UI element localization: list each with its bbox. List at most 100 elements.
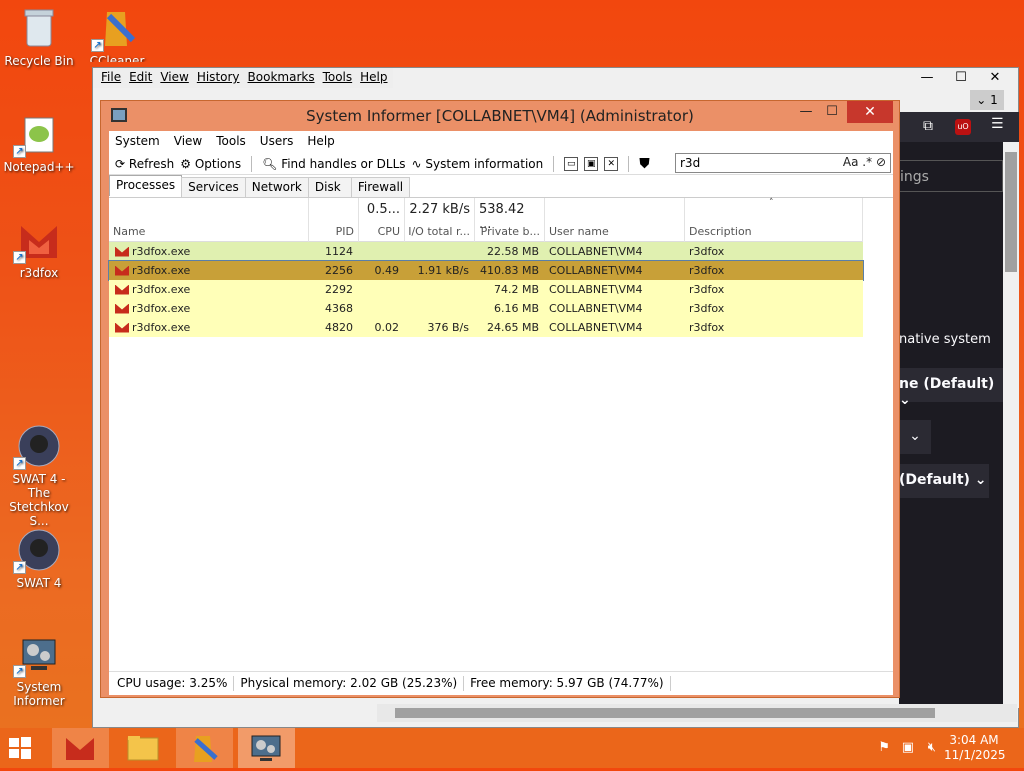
process-row[interactable]: r3dfox.exe 4820 0.02 376 B/s 24.65 MB COLLABN… (109, 318, 863, 337)
menu-help[interactable]: Help (307, 134, 334, 150)
dropdown-fragment-1[interactable]: ne (Default) ⌄ (899, 368, 1003, 408)
desktop-icon-r3dfox[interactable]: ↗ r3dfox (0, 218, 78, 280)
shortcut-arrow-icon: ↗ (13, 665, 26, 678)
menu-bookmarks[interactable]: Bookmarks (248, 70, 315, 86)
process-name-cell: r3dfox.exe (115, 264, 190, 277)
network-icon[interactable]: ▣ (902, 740, 914, 755)
col-cpu[interactable]: 0.5... CPU (359, 198, 405, 242)
col-name[interactable]: Name (109, 198, 309, 242)
menu-tools[interactable]: Tools (323, 70, 353, 86)
find-window-icon[interactable]: ▣ (584, 156, 599, 171)
clear-search-icon[interactable]: ⊘ (876, 155, 886, 169)
col-pid[interactable]: PID (309, 198, 359, 242)
extensions-icon[interactable]: ⧉ (923, 118, 933, 134)
ccleaner-icon (194, 736, 218, 762)
col-user-name[interactable]: User name (545, 198, 685, 242)
scrollbar-thumb[interactable] (1005, 152, 1017, 272)
window-titlebar[interactable]: System Informer [COLLABNET\VM4] (Adminis… (101, 101, 899, 131)
cell-pid: 4820 (325, 321, 353, 334)
start-button[interactable] (8, 736, 32, 760)
vertical-scrollbar[interactable] (1003, 142, 1019, 708)
shortcut-arrow-icon: ↗ (13, 145, 26, 158)
desktop-icon-ccleaner[interactable]: ↗ CCleaner (78, 6, 156, 62)
menu-view[interactable]: View (174, 134, 202, 150)
toolbar-separator (251, 155, 253, 172)
system-informer-window[interactable]: System Informer [COLLABNET\VM4] (Adminis… (100, 100, 900, 698)
search-icon: 🔍︎ (262, 156, 278, 171)
menu-view[interactable]: View (160, 70, 188, 86)
tab-network[interactable]: Network (244, 177, 309, 197)
desktop-icon-label: Recycle Bin (4, 54, 74, 68)
menu-users[interactable]: Users (260, 134, 294, 150)
search-options[interactable]: Aa .* ⊘ (843, 155, 886, 169)
system-informer-icon: ↗ (13, 632, 61, 678)
close-button[interactable]: ✕ (847, 101, 893, 123)
tab-firewall[interactable]: Firewall (350, 177, 411, 197)
process-row[interactable]: r3dfox.exe 2256 0.49 1.91 kB/s 410.83 MB COLL… (108, 260, 864, 281)
cell-priv: 22.58 MB (486, 245, 539, 258)
desktop-icon-swat4-stetchkov[interactable]: ↗ SWAT 4 - The Stetchkov S... (0, 424, 78, 528)
taskbar-system-informer[interactable] (238, 728, 295, 768)
process-search-input[interactable]: r3d Aa .* ⊘ (675, 153, 891, 173)
process-name-cell: r3dfox.exe (115, 302, 190, 315)
swat4-icon: ↗ (13, 424, 61, 470)
menu-system[interactable]: System (115, 134, 160, 150)
menu-help[interactable]: Help (360, 70, 387, 86)
minimize-icon[interactable]: — (910, 68, 944, 88)
dropdown-fragment-3[interactable]: (Default) ⌄ (899, 464, 989, 498)
settings-page-dark: ings native system ne (Default) ⌄ ⌄ (Def… (899, 142, 1019, 708)
taskbar-r3dfox[interactable] (52, 728, 109, 768)
flag-icon[interactable]: ⚑ (878, 740, 890, 755)
desktop-icon-recycle-bin[interactable]: Recycle Bin (0, 6, 78, 68)
desktop-icon-notepadpp[interactable]: ↗ Notepad++ (0, 112, 78, 174)
ublock-icon[interactable]: uO (955, 119, 971, 135)
horizontal-scrollbar[interactable] (377, 704, 1017, 722)
close-window-icon[interactable]: ✕ (604, 156, 619, 171)
window-icon[interactable]: ▭ (564, 156, 579, 171)
desktop-icon-swat4[interactable]: ↗ SWAT 4 (0, 528, 78, 590)
system-information-button[interactable]: ∿ System information (412, 157, 544, 171)
desktop-icon-label: System Informer (13, 680, 65, 708)
menu-file[interactable]: File (101, 70, 121, 86)
options-button[interactable]: ⚙ Options (180, 157, 241, 171)
desktop-icon-system-informer[interactable]: ↗ System Informer (0, 632, 78, 708)
tab-processes[interactable]: Processes (109, 175, 183, 196)
find-handles-button[interactable]: 🔍︎ Find handles or DLLs (262, 157, 405, 171)
shield-icon[interactable]: ⛊ (639, 156, 650, 172)
r3dfox-icon (115, 303, 129, 314)
process-grid[interactable]: Name PID 0.5... CPU 2.27 kB/s I/O total r.… (108, 197, 893, 667)
clock[interactable]: 3:04 AM 11/1/2025 (944, 733, 1006, 763)
col-private-bytes[interactable]: 538.42 ... Private b... (475, 198, 545, 242)
maximize-icon[interactable]: ☐ (944, 68, 978, 88)
menu-history[interactable]: History (197, 70, 240, 86)
maximize-icon[interactable]: ☐ (819, 101, 845, 123)
taskbar: ⚑ ▣ 🔇︎ 3:04 AM 11/1/2025 (0, 728, 1024, 768)
volume-muted-icon[interactable]: 🔇︎ (928, 740, 936, 755)
dropdown-fragment-2[interactable]: ⌄ (899, 420, 931, 454)
process-row[interactable]: r3dfox.exe 1124 22.58 MB COLLABNET\VM4 r3dfo… (109, 242, 863, 261)
col-description[interactable]: ˄ Description (685, 198, 863, 242)
refresh-button[interactable]: ⟳ Refresh (115, 157, 174, 171)
cell-desc: r3dfox (689, 321, 725, 334)
r3dfox-icon: ↗ (13, 218, 61, 264)
windows-logo-icon (9, 737, 31, 759)
taskbar-ccleaner[interactable] (176, 728, 233, 768)
scrollbar-thumb[interactable] (395, 708, 935, 718)
menu-tools[interactable]: Tools (216, 134, 246, 150)
col-io[interactable]: 2.27 kB/s I/O total r... (405, 198, 475, 242)
main-menubar: System View Tools Users Help (109, 131, 893, 153)
close-icon[interactable]: ✕ (978, 68, 1012, 88)
tab-services[interactable]: Services (181, 177, 246, 197)
process-row[interactable]: r3dfox.exe 2292 74.2 MB COLLABNET\VM4 r3dfox (109, 280, 863, 299)
tab-disk[interactable]: Disk (307, 177, 352, 197)
r3dfox-icon (115, 265, 129, 276)
system-informer-app-icon (111, 108, 127, 122)
taskbar-file-explorer[interactable] (114, 728, 171, 768)
cell-desc: r3dfox (689, 264, 725, 277)
minimize-icon[interactable]: — (793, 101, 819, 123)
menu-edit[interactable]: Edit (129, 70, 152, 86)
tab-overflow-button[interactable]: ⌄ 1 (970, 90, 1004, 110)
desktop-icon-label: SWAT 4 - The Stetchkov S... (9, 472, 69, 528)
app-menu-icon[interactable]: ☰ (991, 116, 1004, 132)
process-row[interactable]: r3dfox.exe 4368 6.16 MB COLLABNET\VM4 r3dfox (109, 299, 863, 318)
